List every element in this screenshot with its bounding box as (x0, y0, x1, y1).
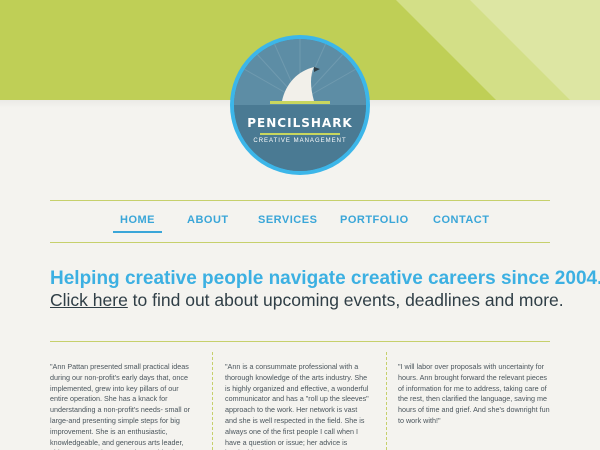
testimonial: "Ann is a consummate professional with a… (225, 362, 369, 450)
main-nav: HOME ABOUT SERVICES PORTFOLIO CONTACT (50, 200, 550, 242)
nav-item-about[interactable]: ABOUT (187, 214, 229, 226)
column-divider (212, 352, 213, 450)
events-link[interactable]: Click here (50, 290, 128, 310)
hero-headline: Helping creative people navigate creativ… (50, 268, 600, 289)
hero-subline: Click here to find out about upcoming ev… (50, 290, 570, 311)
content-divider (50, 341, 550, 342)
nav-item-portfolio[interactable]: PORTFOLIO (340, 214, 409, 226)
logo-brand-name: PENCILSHARK (247, 116, 353, 130)
site-logo[interactable]: PENCILSHARK CREATIVE MANAGEMENT (230, 35, 370, 175)
nav-bottom-rule (50, 242, 550, 243)
column-divider (386, 352, 387, 450)
shark-fin-icon (234, 39, 366, 171)
logo-tagline: CREATIVE MANAGEMENT (253, 138, 347, 144)
nav-item-services[interactable]: SERVICES (258, 214, 317, 226)
hero-subline-text: to find out about upcoming events, deadl… (127, 290, 564, 310)
testimonial: "I will labor over proposals with uncert… (398, 362, 550, 425)
logo-divider (260, 133, 340, 135)
testimonial: "Ann Pattan presented small practical id… (50, 362, 191, 450)
nav-item-home[interactable]: HOME (113, 214, 162, 233)
nav-item-contact[interactable]: CONTACT (433, 214, 489, 226)
logo-badge: PENCILSHARK CREATIVE MANAGEMENT (234, 39, 366, 171)
